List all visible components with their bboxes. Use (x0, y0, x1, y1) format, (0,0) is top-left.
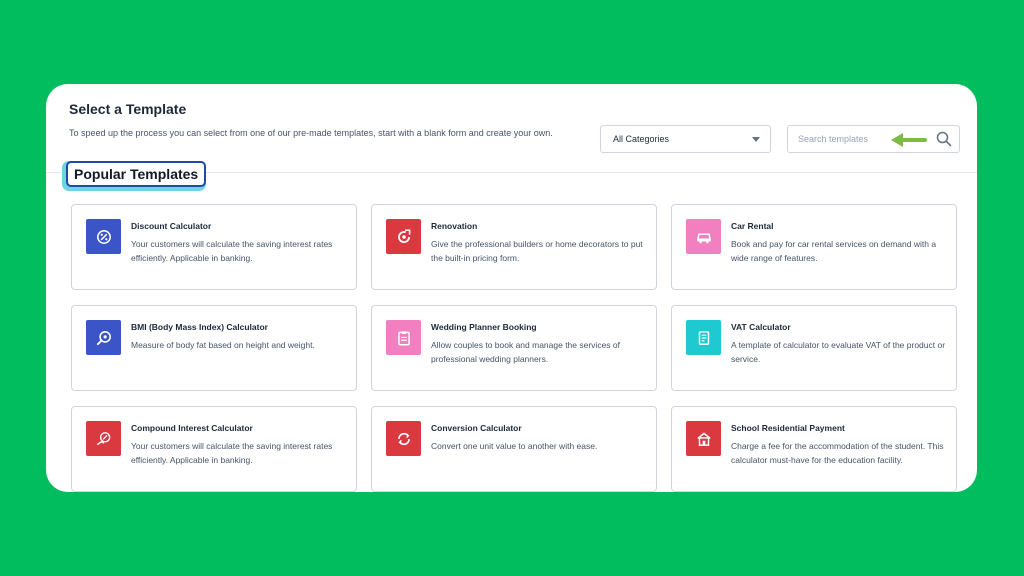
template-card[interactable]: BMI (Body Mass Index) Calculator Measure … (71, 305, 357, 391)
renovation-icon (386, 219, 421, 254)
template-card-title: School Residential Payment (731, 423, 845, 433)
template-card-description: Your customers will calculate the saving… (131, 441, 333, 465)
template-card-description: Measure of body fat based on height and … (131, 340, 315, 350)
template-card-description: Your customers will calculate the saving… (131, 239, 333, 263)
template-card[interactable]: VAT Calculator A template of calculator t… (671, 305, 957, 391)
template-card[interactable]: Renovation Give the professional builders… (371, 204, 657, 290)
template-card-description: Charge a fee for the accommodation of th… (731, 441, 944, 465)
conversion-icon (386, 421, 421, 456)
search-icon[interactable] (936, 131, 952, 147)
page-title: Select a Template (69, 101, 187, 117)
percent-hand-icon (86, 421, 121, 456)
template-card-title: BMI (Body Mass Index) Calculator (131, 322, 268, 332)
template-card-description: Book and pay for car rental services on … (731, 239, 937, 263)
school-icon (686, 421, 721, 456)
clipboard-icon (386, 320, 421, 355)
template-card-title: Renovation (431, 221, 478, 231)
page-description: To speed up the process you can select f… (69, 128, 553, 138)
template-selector-panel: Select a Template To speed up the proces… (46, 84, 977, 492)
template-card-title: Compound Interest Calculator (131, 423, 253, 433)
template-card[interactable]: Wedding Planner Booking Allow couples to … (371, 305, 657, 391)
car-icon (686, 219, 721, 254)
template-card-title: Conversion Calculator (431, 423, 522, 433)
arrow-left-icon (891, 133, 927, 147)
template-card-description: Convert one unit value to another with e… (431, 441, 598, 451)
category-select[interactable]: All Categories (600, 125, 771, 153)
template-card-description: A template of calculator to evaluate VAT… (731, 340, 946, 364)
template-card[interactable]: Discount Calculator Your customers will c… (71, 204, 357, 290)
search-box[interactable] (787, 125, 960, 153)
template-card[interactable]: Conversion Calculator Convert one unit va… (371, 406, 657, 492)
template-card[interactable]: Car Rental Book and pay for car rental se… (671, 204, 957, 290)
template-card[interactable]: School Residential Payment Charge a fee f… (671, 406, 957, 492)
scale-icon (86, 320, 121, 355)
template-card-title: Car Rental (731, 221, 774, 231)
search-input[interactable] (798, 132, 888, 146)
receipt-icon (686, 320, 721, 355)
template-card[interactable]: Compound Interest Calculator Your custome… (71, 406, 357, 492)
template-card-title: Wedding Planner Booking (431, 322, 537, 332)
template-card-description: Give the professional builders or home d… (431, 239, 643, 263)
template-card-title: VAT Calculator (731, 322, 791, 332)
template-card-title: Discount Calculator (131, 221, 212, 231)
template-card-description: Allow couples to book and manage the ser… (431, 340, 621, 364)
discount-icon (86, 219, 121, 254)
section-title: Popular Templates (66, 161, 207, 187)
category-select-value: All Categories (613, 134, 670, 144)
chevron-down-icon (752, 136, 760, 142)
